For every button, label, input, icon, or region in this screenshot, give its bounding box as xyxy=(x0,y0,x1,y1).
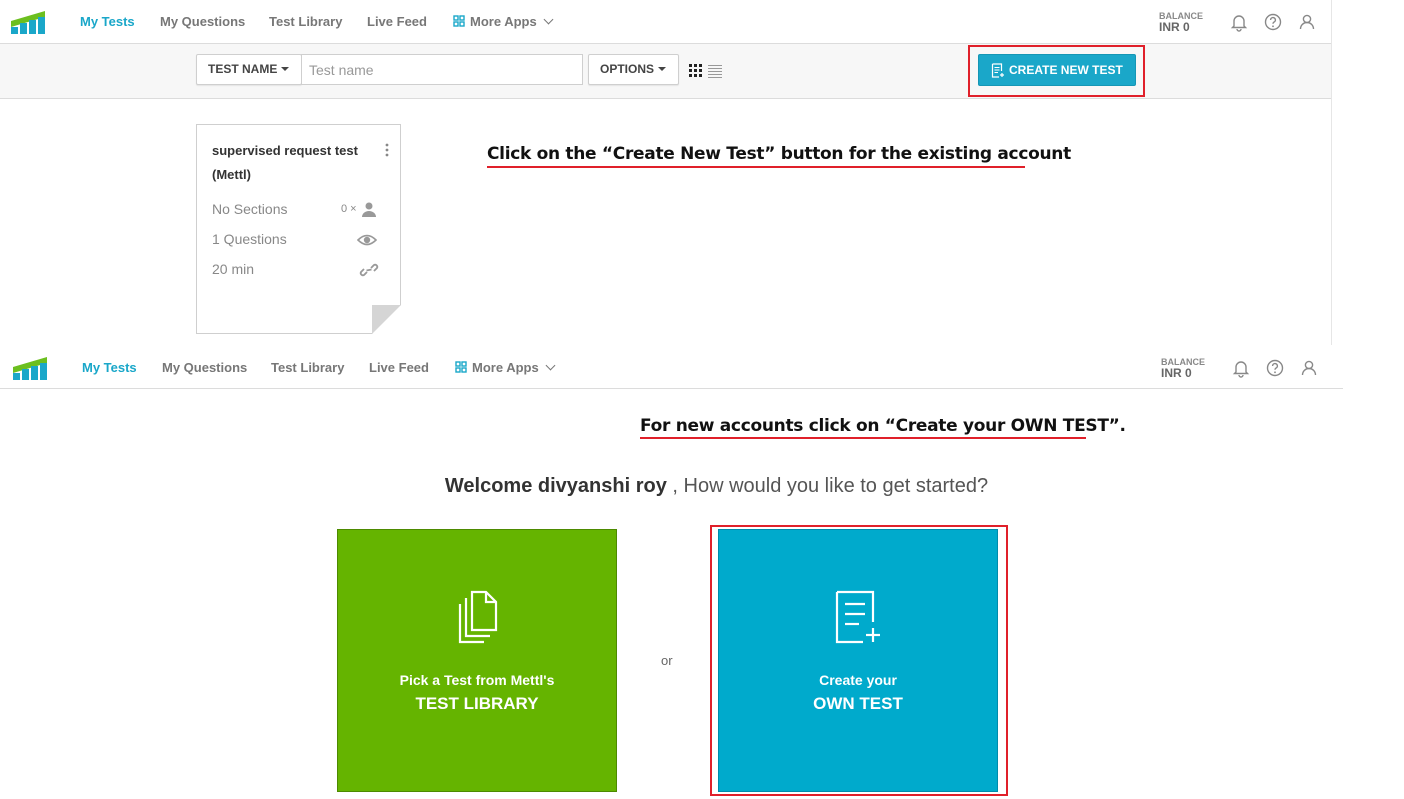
nav-live-feed[interactable]: Live Feed xyxy=(367,14,427,29)
top-navbar: My Tests My Questions Test Library Live … xyxy=(0,0,1331,44)
new-account-screen: My Tests My Questions Test Library Live … xyxy=(0,347,1343,799)
existing-account-screen: My Tests My Questions Test Library Live … xyxy=(0,0,1332,345)
copy-documents-icon xyxy=(458,590,498,644)
test-questions: 1 Questions xyxy=(212,231,287,247)
test-library-tile[interactable]: Pick a Test from Mettl's TEST LIBRARY xyxy=(337,529,617,792)
test-duration: 20 min xyxy=(212,261,255,277)
candidate-icon[interactable] xyxy=(359,201,379,217)
list-view-icon[interactable] xyxy=(708,64,722,78)
link-icon[interactable] xyxy=(359,262,379,278)
apps-grid-icon xyxy=(453,15,465,27)
nav-my-questions[interactable]: My Questions xyxy=(160,14,245,29)
filter-label: TEST NAME xyxy=(208,62,278,76)
caret-down-icon xyxy=(658,67,667,71)
bell-icon[interactable] xyxy=(1229,12,1249,32)
nav-my-tests[interactable]: My Tests xyxy=(82,360,137,375)
test-card-title: supervised request test (Mettl) xyxy=(212,143,358,182)
apps-grid-icon xyxy=(455,361,467,373)
balance-display: BALANCE INR 0 xyxy=(1159,11,1203,34)
test-card[interactable]: supervised request test (Mettl) No Secti… xyxy=(196,124,401,334)
more-apps-label: More Apps xyxy=(470,14,537,29)
nav-more-apps[interactable]: More Apps xyxy=(453,14,554,29)
page-fold-icon xyxy=(372,305,401,334)
grid-view-icon[interactable] xyxy=(689,64,703,78)
mettl-logo-icon[interactable] xyxy=(12,354,48,380)
or-separator: or xyxy=(661,653,673,668)
welcome-message: Welcome divyanshi roy , How would you li… xyxy=(0,475,1343,498)
help-icon[interactable] xyxy=(1265,358,1285,378)
instruction-underline xyxy=(487,166,1025,168)
nav-live-feed[interactable]: Live Feed xyxy=(369,360,429,375)
candidate-count: 0 × xyxy=(341,203,357,215)
options-label: OPTIONS xyxy=(600,62,655,76)
options-button[interactable]: OPTIONS xyxy=(588,54,679,85)
user-icon[interactable] xyxy=(1297,12,1317,32)
new-account-instruction: For new accounts click on “Create your O… xyxy=(640,416,1126,436)
nav-my-questions[interactable]: My Questions xyxy=(162,360,247,375)
existing-account-instruction: Click on the “Create New Test” button fo… xyxy=(487,144,1071,164)
chevron-down-icon xyxy=(543,14,554,25)
mettl-logo-icon[interactable] xyxy=(10,8,46,34)
welcome-question: , How would you like to get started? xyxy=(666,475,989,497)
instruction-underline xyxy=(640,437,1086,439)
more-apps-label: More Apps xyxy=(472,360,539,375)
help-icon[interactable] xyxy=(1263,12,1283,32)
test-name-search-input[interactable] xyxy=(301,54,583,85)
own-test-highlight xyxy=(710,525,1008,796)
balance-value: INR 0 xyxy=(1159,20,1190,34)
nav-test-library[interactable]: Test Library xyxy=(269,14,342,29)
create-button-highlight xyxy=(968,45,1145,97)
nav-test-library[interactable]: Test Library xyxy=(271,360,344,375)
user-icon[interactable] xyxy=(1299,358,1319,378)
library-tile-line1: Pick a Test from Mettl's xyxy=(399,672,555,688)
chevron-down-icon xyxy=(545,360,556,371)
eye-icon[interactable] xyxy=(357,232,377,248)
nav-my-tests[interactable]: My Tests xyxy=(80,14,135,29)
welcome-name: Welcome divyanshi roy xyxy=(444,475,667,497)
test-sections: No Sections xyxy=(212,201,288,217)
test-name-filter-button[interactable]: TEST NAME xyxy=(196,54,302,85)
caret-down-icon xyxy=(281,67,290,71)
top-navbar: My Tests My Questions Test Library Live … xyxy=(0,347,1343,389)
library-tile-line2: TEST LIBRARY xyxy=(415,694,539,713)
balance-display: BALANCE INR 0 xyxy=(1161,357,1205,380)
more-vertical-icon[interactable] xyxy=(385,143,389,157)
nav-more-apps[interactable]: More Apps xyxy=(455,360,556,375)
balance-value: INR 0 xyxy=(1161,366,1192,380)
bell-icon[interactable] xyxy=(1231,358,1251,378)
